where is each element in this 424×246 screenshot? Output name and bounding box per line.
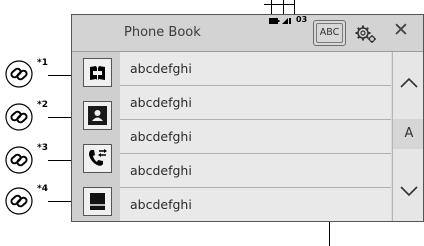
contact-name: abcdefghi xyxy=(130,61,192,76)
callout-leader xyxy=(48,201,71,202)
keypad-icon xyxy=(90,193,105,210)
contact-name: abcdefghi xyxy=(130,163,192,178)
side-button-column xyxy=(72,52,120,221)
status-number: 03 xyxy=(296,15,308,24)
phone-book-screen: Phone Book 03 ABC ✕ abcdefghi abcdefghi … xyxy=(71,14,424,222)
header-bar: Phone Book 03 ABC ✕ xyxy=(72,15,423,52)
annotation-line xyxy=(271,0,272,14)
callout-ref: *3 xyxy=(37,143,48,153)
callout-ref: *2 xyxy=(37,100,48,110)
contact-name: abcdefghi xyxy=(130,129,192,144)
link-icon xyxy=(5,60,33,88)
page-title: Phone Book xyxy=(124,25,201,40)
contact-name: abcdefghi xyxy=(130,197,192,212)
contacts-person-button[interactable] xyxy=(83,101,112,130)
battery-icon xyxy=(269,18,280,24)
call-history-button[interactable] xyxy=(83,144,112,173)
abc-index-label: ABC xyxy=(319,27,340,38)
call-history-icon xyxy=(89,149,107,166)
close-icon[interactable]: ✕ xyxy=(393,21,409,40)
contacts-book-icon xyxy=(90,66,105,80)
index-letter[interactable]: A xyxy=(393,119,423,149)
callout-leader xyxy=(48,75,71,76)
list-item[interactable]: abcdefghi xyxy=(120,188,391,221)
chevron-down-icon[interactable] xyxy=(393,176,424,206)
list-item[interactable]: abcdefghi xyxy=(120,52,391,86)
link-icon xyxy=(5,146,33,174)
annotation-line xyxy=(283,0,284,14)
link-icon xyxy=(5,103,33,131)
abc-index-button[interactable]: ABC xyxy=(313,20,346,46)
list-item[interactable]: abcdefghi xyxy=(120,120,391,154)
list-item[interactable]: abcdefghi xyxy=(120,86,391,120)
annotation-line xyxy=(264,4,295,5)
keypad-button[interactable] xyxy=(83,187,112,216)
contact-list: abcdefghi abcdefghi abcdefghi abcdefghi … xyxy=(120,52,392,221)
signal-icon xyxy=(282,18,291,24)
callout-leader xyxy=(48,117,71,118)
scroll-column: A xyxy=(392,52,424,221)
chevron-up-icon[interactable] xyxy=(393,66,424,96)
annotation-line xyxy=(294,0,295,14)
callout-ref: *4 xyxy=(37,184,48,194)
contact-name: abcdefghi xyxy=(130,95,192,110)
person-icon xyxy=(88,106,107,125)
callout-ref: *1 xyxy=(37,58,48,68)
list-item[interactable]: abcdefghi xyxy=(120,154,391,188)
link-icon xyxy=(5,187,33,215)
gear-icon[interactable] xyxy=(355,24,377,44)
contacts-book-button[interactable] xyxy=(83,58,112,87)
callout-leader xyxy=(48,160,71,161)
